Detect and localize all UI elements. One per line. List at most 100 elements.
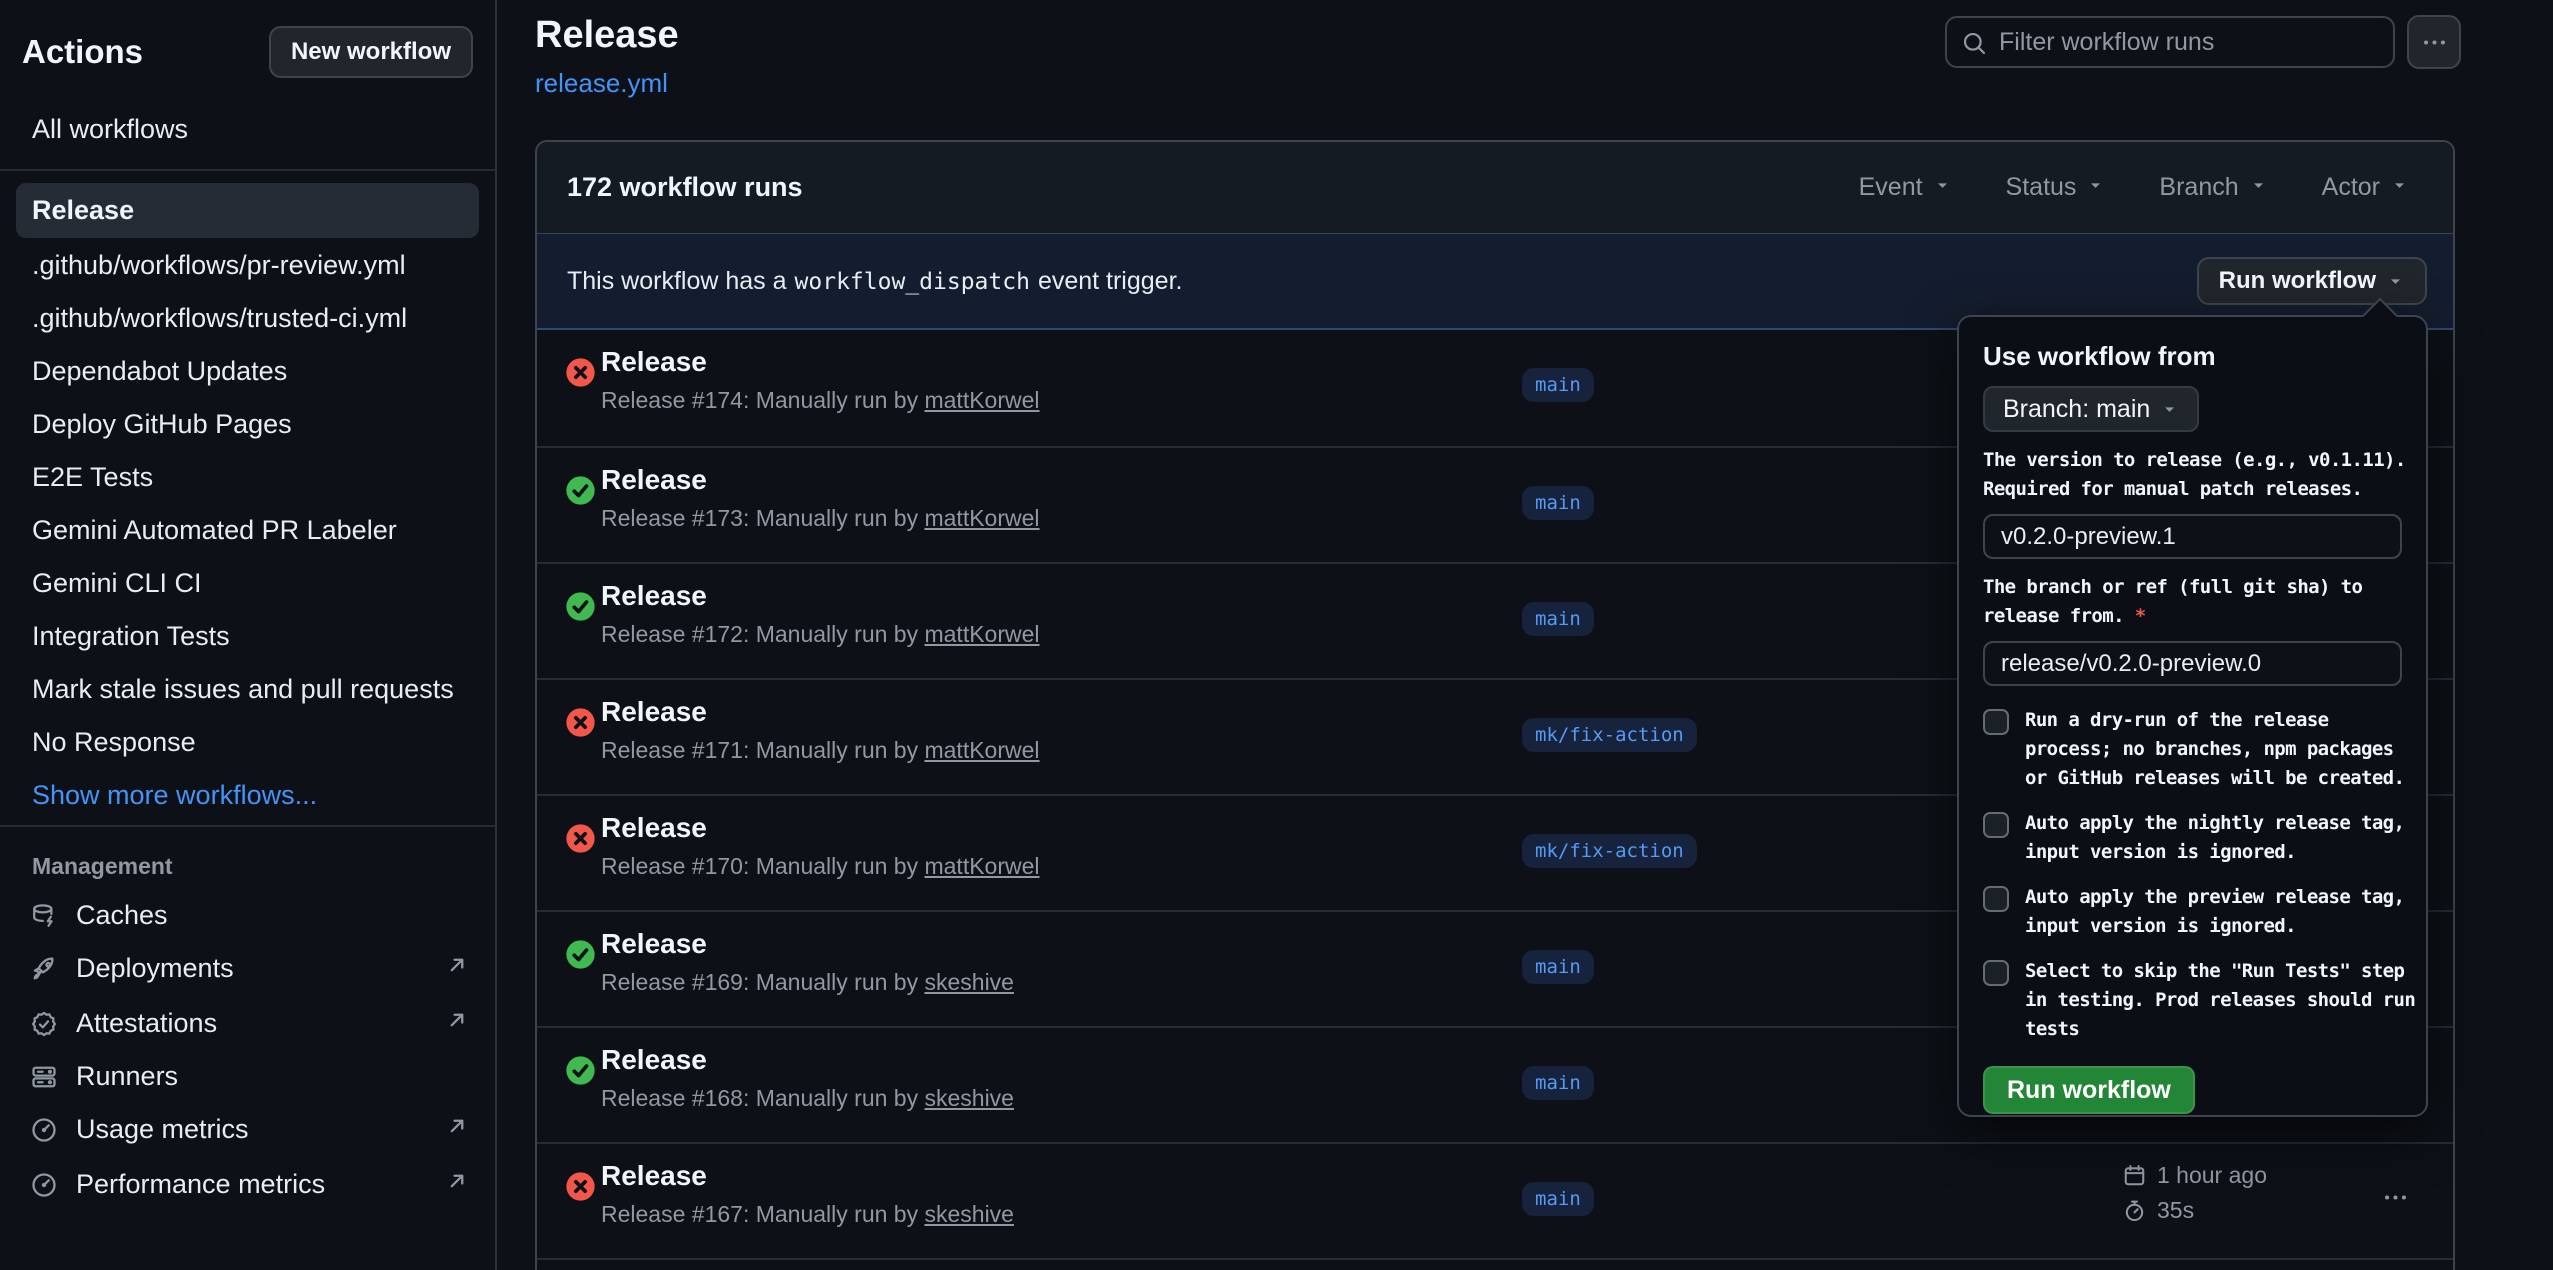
sidebar-item-performance-metrics[interactable]: Performance metrics (0, 1157, 495, 1212)
checkbox[interactable] (1983, 960, 2009, 986)
sidebar-item-caches[interactable]: Caches (0, 890, 495, 941)
sidebar-item-workflow[interactable]: Integration Tests (16, 611, 479, 662)
actor-link[interactable]: skeshive (924, 969, 1013, 995)
sidebar-item-deployments[interactable]: Deployments (0, 941, 495, 996)
sidebar-item-workflow[interactable]: Release (16, 183, 479, 238)
sidebar-item-workflow[interactable]: Deploy GitHub Pages (16, 399, 479, 450)
sidebar-item-runners[interactable]: Runners (0, 1051, 495, 1102)
dispatch-option[interactable]: Select to skip the "Run Tests" step in t… (1983, 957, 2402, 1044)
run-title-link[interactable]: Release (601, 812, 707, 843)
kebab-horizontal-icon (2382, 1184, 2409, 1211)
sidebar-item-usage-metrics[interactable]: Usage metrics (0, 1102, 495, 1157)
filter-actor-dropdown[interactable]: Actor (2322, 173, 2409, 202)
branch-badge[interactable]: mk/fix-action (1522, 718, 1697, 752)
run-time: 1 hour ago (2157, 1162, 2267, 1189)
required-asterisk: * (2135, 605, 2146, 627)
x-circle-icon (565, 1171, 596, 1202)
sidebar-item-workflow[interactable]: Gemini CLI CI (16, 558, 479, 609)
check-circle-icon (565, 591, 596, 622)
sidebar-item-attestations[interactable]: Attestations (0, 996, 495, 1051)
actor-link[interactable]: mattKorwel (924, 505, 1039, 531)
run-count-label: 172 workflow runs (567, 172, 803, 203)
workflow-file-link[interactable]: release.yml (535, 68, 668, 99)
dispatch-option[interactable]: Auto apply the preview release tag, inpu… (1983, 883, 2402, 941)
branch-badge[interactable]: main (1522, 486, 1594, 520)
dispatch-option[interactable]: Auto apply the nightly release tag, inpu… (1983, 809, 2402, 867)
run-description: Release #168: Manually run by skeshive (601, 1085, 1014, 1112)
x-circle-icon (565, 357, 596, 388)
filter-event-dropdown[interactable]: Event (1859, 173, 1952, 202)
branch-badge[interactable]: main (1522, 1182, 1594, 1216)
sidebar-item-workflow[interactable]: Gemini Automated PR Labeler (16, 505, 479, 556)
checkbox[interactable] (1983, 886, 2009, 912)
check-circle-icon (565, 1055, 596, 1086)
run-title-link[interactable]: Release (601, 346, 707, 377)
new-workflow-button[interactable]: New workflow (269, 26, 473, 78)
actor-link[interactable]: skeshive (924, 1201, 1013, 1227)
run-filters: Event Status Branch Actor (1859, 173, 2409, 202)
run-description: Release #169: Manually run by skeshive (601, 969, 1014, 996)
runs-header: 172 workflow runs Event Status Branch Ac… (537, 142, 2453, 234)
page-title: Release (535, 14, 679, 57)
run-title-link[interactable]: Release (601, 1160, 707, 1191)
server-icon (30, 1063, 58, 1091)
branch-select-button[interactable]: Branch: main (1983, 386, 2199, 432)
run-title-link[interactable]: Release (601, 1044, 707, 1075)
ref-help-text: The branch or ref (full git sha) to rele… (1983, 573, 2402, 631)
actor-link[interactable]: skeshive (924, 1085, 1013, 1111)
branch-badge[interactable]: main (1522, 368, 1594, 402)
sidebar-item-workflow[interactable]: .github/workflows/pr-review.yml (16, 240, 479, 291)
sidebar-item-workflow[interactable]: .github/workflows/trusted-ci.yml (16, 293, 479, 344)
branch-badge[interactable]: main (1522, 602, 1594, 636)
sidebar-item-workflow[interactable]: Dependabot Updates (16, 346, 479, 397)
run-title-link[interactable]: Release (601, 580, 707, 611)
run-description: Release #167: Manually run by skeshive (601, 1201, 1014, 1228)
chevron-down-icon (2160, 400, 2179, 419)
checkbox[interactable] (1983, 812, 2009, 838)
checkbox-label: Run a dry-run of the release process; no… (2025, 706, 2404, 793)
ref-input[interactable] (1983, 641, 2402, 686)
run-title-link[interactable]: Release (601, 928, 707, 959)
filter-status-dropdown[interactable]: Status (2006, 173, 2106, 202)
branch-badge[interactable]: mk/fix-action (1522, 834, 1697, 868)
workflow-run-row[interactable]: Release Release #167: Manually run by sk… (537, 1142, 2453, 1258)
check-circle-icon (565, 475, 596, 506)
use-workflow-from-label: Use workflow from (1983, 341, 2402, 372)
branch-badge[interactable]: main (1522, 950, 1594, 984)
workflow-list: Release.github/workflows/pr-review.yml.g… (0, 171, 495, 768)
sidebar-item-all-workflows[interactable]: All workflows (16, 102, 479, 157)
run-duration: 35s (2157, 1197, 2194, 1224)
filter-runs-input[interactable] (1999, 20, 2385, 64)
workflow-options-button[interactable] (2407, 15, 2461, 69)
run-description: Release #171: Manually run by mattKorwel (601, 737, 1040, 764)
management-section-label: Management (0, 827, 495, 890)
run-workflow-panel: Use workflow from Branch: main The versi… (1957, 315, 2428, 1117)
cache-icon (30, 902, 58, 930)
sidebar-item-workflow[interactable]: E2E Tests (16, 452, 479, 503)
actor-link[interactable]: mattKorwel (924, 737, 1039, 763)
run-workflow-dropdown-button[interactable]: Run workflow (2197, 257, 2427, 305)
dispatch-options-list: Run a dry-run of the release process; no… (1983, 706, 2402, 1044)
sidebar-item-workflow[interactable]: Mark stale issues and pull requests (16, 664, 479, 715)
actor-link[interactable]: mattKorwel (924, 853, 1039, 879)
run-title-link[interactable]: Release (601, 464, 707, 495)
sidebar-item-workflow[interactable]: No Response (16, 717, 479, 768)
version-input[interactable] (1983, 514, 2402, 559)
run-workflow-submit-button[interactable]: Run workflow (1983, 1066, 2195, 1114)
filter-branch-dropdown[interactable]: Branch (2159, 173, 2267, 202)
checkbox-label: Select to skip the "Run Tests" step in t… (2025, 957, 2415, 1044)
dispatch-option[interactable]: Run a dry-run of the release process; no… (1983, 706, 2402, 793)
arrow-up-right-icon (443, 951, 471, 979)
actor-link[interactable]: mattKorwel (924, 621, 1039, 647)
run-options-button[interactable] (2382, 1184, 2409, 1214)
show-more-workflows-link[interactable]: Show more workflows... (0, 770, 495, 825)
branch-badge[interactable]: main (1522, 1066, 1594, 1100)
chevron-down-icon (2386, 272, 2405, 291)
actor-link[interactable]: mattKorwel (924, 387, 1039, 413)
run-title-link[interactable]: Release (601, 696, 707, 727)
search-icon (1961, 30, 1988, 57)
arrow-up-right-icon (443, 1112, 471, 1140)
run-meta: 1 hour ago 35s (2122, 1162, 2267, 1224)
checkbox[interactable] (1983, 709, 2009, 735)
meter-icon (30, 1171, 58, 1199)
